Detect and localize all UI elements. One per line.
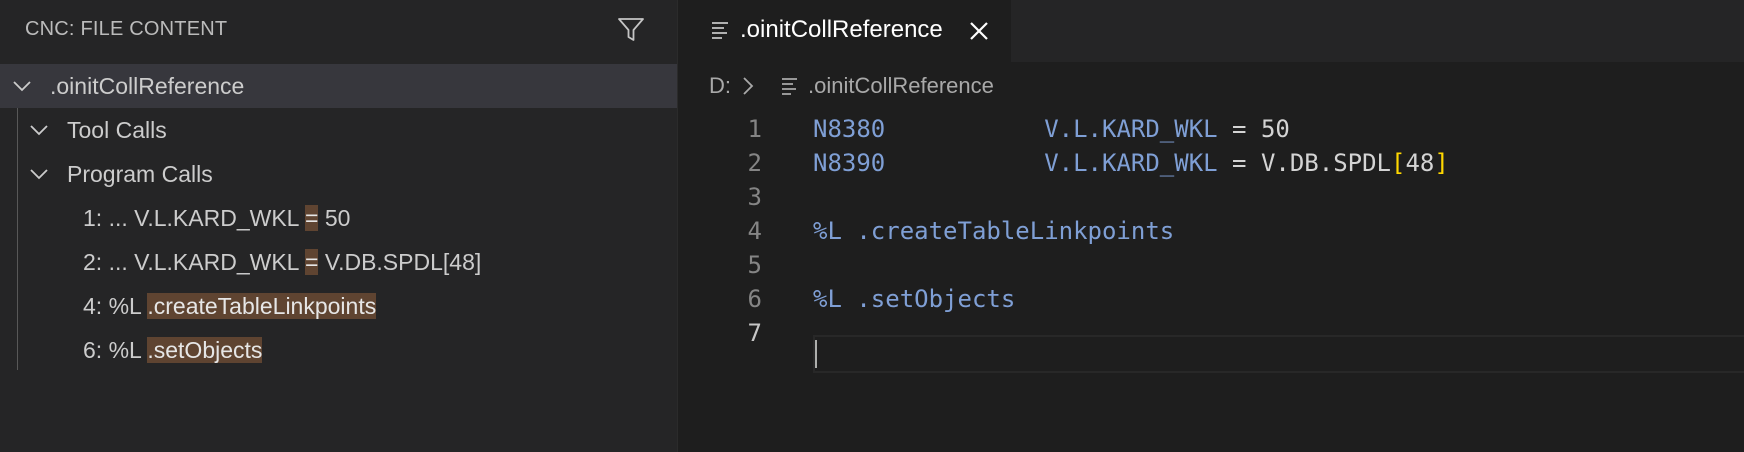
tree-root-label: .oinitCollReference	[50, 73, 245, 99]
item-prefix: 1: ... V.L.KARD_WKL	[83, 205, 306, 231]
search-match: =	[305, 249, 319, 275]
tree-item-label: 2: ... V.L.KARD_WKL = V.DB.SPDL[48]	[83, 249, 481, 276]
value: V.DB.SPDL	[1260, 149, 1391, 177]
text-cursor	[815, 340, 817, 368]
line-number: 6	[747, 285, 762, 313]
filter-icon	[618, 18, 644, 41]
tab-oinitcollreference[interactable]: .oinitCollReference	[678, 0, 1011, 62]
item-suffix: V.DB.SPDL[48]	[318, 249, 482, 275]
line-number: 3	[747, 183, 762, 211]
tree-item-program-call[interactable]: 4: %L .createTableLinkpoints	[0, 284, 677, 328]
variable: V.L.KARD_WKL	[1044, 115, 1218, 143]
file-content-panel: CNC: FILE CONTENT .oinitCollReference To…	[0, 0, 677, 452]
tree-item-label: 6: %L .setObjects	[83, 337, 263, 364]
code-line[interactable]: 6 %L .setObjects	[678, 280, 1744, 318]
breadcrumb-drive[interactable]: D:	[709, 73, 731, 99]
macro-call: %L .setObjects	[813, 285, 1016, 313]
bracket-open: [	[1391, 149, 1406, 177]
block-number: N8390	[813, 149, 886, 177]
close-icon[interactable]	[966, 18, 992, 44]
tree-item-label: 4: %L .createTableLinkpoints	[83, 293, 377, 320]
chevron-down-icon	[30, 169, 48, 180]
tree-item-program-call[interactable]: 2: ... V.L.KARD_WKL = V.DB.SPDL[48]	[0, 240, 677, 284]
code-line[interactable]: 4 %L .createTableLinkpoints	[678, 212, 1744, 250]
panel-header: CNC: FILE CONTENT	[0, 0, 677, 60]
tree-group-label: Program Calls	[67, 161, 213, 187]
tree-item-label: 1: ... V.L.KARD_WKL = 50	[83, 205, 350, 232]
item-suffix: 50	[318, 205, 351, 231]
macro-call: %L .createTableLinkpoints	[813, 217, 1175, 245]
code-line[interactable]: 5	[678, 246, 1744, 284]
line-number: 4	[747, 217, 762, 245]
filter-button[interactable]	[614, 13, 648, 47]
tree-item-program-call[interactable]: 6: %L .setObjects	[0, 328, 677, 372]
file-lines-icon	[712, 22, 728, 39]
operator: =	[1217, 149, 1261, 177]
block-number: N8380	[813, 115, 886, 143]
line-number: 1	[747, 115, 762, 143]
line-number: 5	[747, 251, 762, 279]
line-content: N8380 V.L.KARD_WKL = 50	[813, 115, 1290, 143]
breadcrumb: D: .oinitCollReference	[678, 62, 1744, 110]
breadcrumb-file[interactable]: .oinitCollReference	[808, 73, 994, 99]
tree-item-program-call[interactable]: 1: ... V.L.KARD_WKL = 50	[0, 196, 677, 240]
operator: =	[1217, 115, 1261, 143]
tree-group-program-calls[interactable]: Program Calls	[0, 152, 677, 196]
editor-tab-bar: .oinitCollReference	[678, 0, 1744, 62]
panel-title: CNC: FILE CONTENT	[25, 18, 228, 40]
code-line[interactable]: 3	[678, 178, 1744, 216]
tab-label: .oinitCollReference	[740, 16, 943, 43]
chevron-down-icon	[30, 125, 48, 136]
line-number: 2	[747, 149, 762, 177]
tree-group-tool-calls[interactable]: Tool Calls	[0, 108, 677, 152]
index: 48	[1405, 149, 1435, 177]
line-number: 7	[747, 319, 762, 347]
item-prefix: 2: ... V.L.KARD_WKL	[83, 249, 306, 275]
line-content: N8390 V.L.KARD_WKL = V.DB.SPDL[48]	[813, 149, 1449, 177]
search-match: =	[305, 205, 319, 231]
bracket-close: ]	[1434, 149, 1449, 177]
variable: V.L.KARD_WKL	[1044, 149, 1218, 177]
tree-root-item[interactable]: .oinitCollReference	[0, 64, 677, 108]
code-line[interactable]: 1 N8380 V.L.KARD_WKL = 50	[678, 110, 1744, 148]
value: 50	[1260, 115, 1290, 143]
search-match: .createTableLinkpoints	[147, 293, 377, 319]
search-match: .setObjects	[147, 337, 263, 363]
file-lines-icon	[782, 78, 797, 95]
code-line[interactable]: 2 N8390 V.L.KARD_WKL = V.DB.SPDL[48]	[678, 144, 1744, 182]
item-prefix: 4: %L	[83, 293, 148, 319]
item-prefix: 6: %L	[83, 337, 148, 363]
code-line[interactable]: 7	[678, 314, 1744, 352]
chevron-down-icon	[13, 81, 31, 92]
chevron-right-icon	[743, 77, 754, 95]
tree-group-label: Tool Calls	[67, 117, 167, 143]
